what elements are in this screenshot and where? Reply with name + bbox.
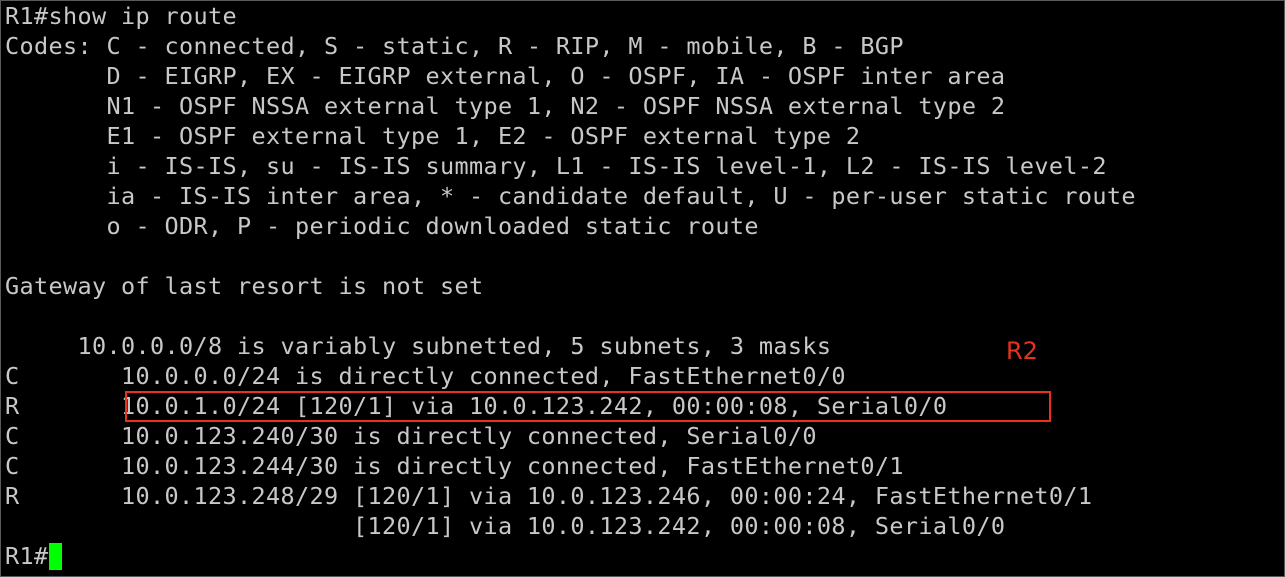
prompt-line[interactable]: R1# [5,541,1136,571]
codes-legend-line: ia - IS-IS inter area, * - candidate def… [5,182,1136,210]
command-line: R1#show ip route [5,2,237,30]
route-entry: C 10.0.123.240/30 is directly connected,… [5,422,817,450]
highlight-box [125,391,1051,422]
codes-legend-line: D - EIGRP, EX - EIGRP external, O - OSPF… [5,62,1006,90]
codes-legend-line: Codes: C - connected, S - static, R - RI… [5,32,904,60]
terminal-output: R1#show ip route Codes: C - connected, S … [5,1,1136,571]
subnet-summary-line: 10.0.0.0/8 is variably subnetted, 5 subn… [5,332,832,360]
route-entry: C 10.0.123.244/30 is directly connected,… [5,452,904,480]
route-entry-continuation: [120/1] via 10.0.123.242, 00:00:08, Seri… [5,512,1006,540]
route-entry: R 10.0.123.248/29 [120/1] via 10.0.123.2… [5,482,1093,510]
cursor [48,543,62,570]
codes-legend-line: E1 - OSPF external type 1, E2 - OSPF ext… [5,122,861,150]
codes-legend-line: i - IS-IS, su - IS-IS summary, L1 - IS-I… [5,152,1107,180]
terminal-window[interactable]: R1#show ip route Codes: C - connected, S … [0,0,1285,577]
annotation-label: R2 [1006,337,1038,365]
prompt: R1# [5,542,49,570]
codes-legend-line: N1 - OSPF NSSA external type 1, N2 - OSP… [5,92,1006,120]
route-entry: C 10.0.0.0/24 is directly connected, Fas… [5,362,846,390]
gateway-line: Gateway of last resort is not set [5,272,484,300]
codes-legend-line: o - ODR, P - periodic downloaded static … [5,212,759,240]
